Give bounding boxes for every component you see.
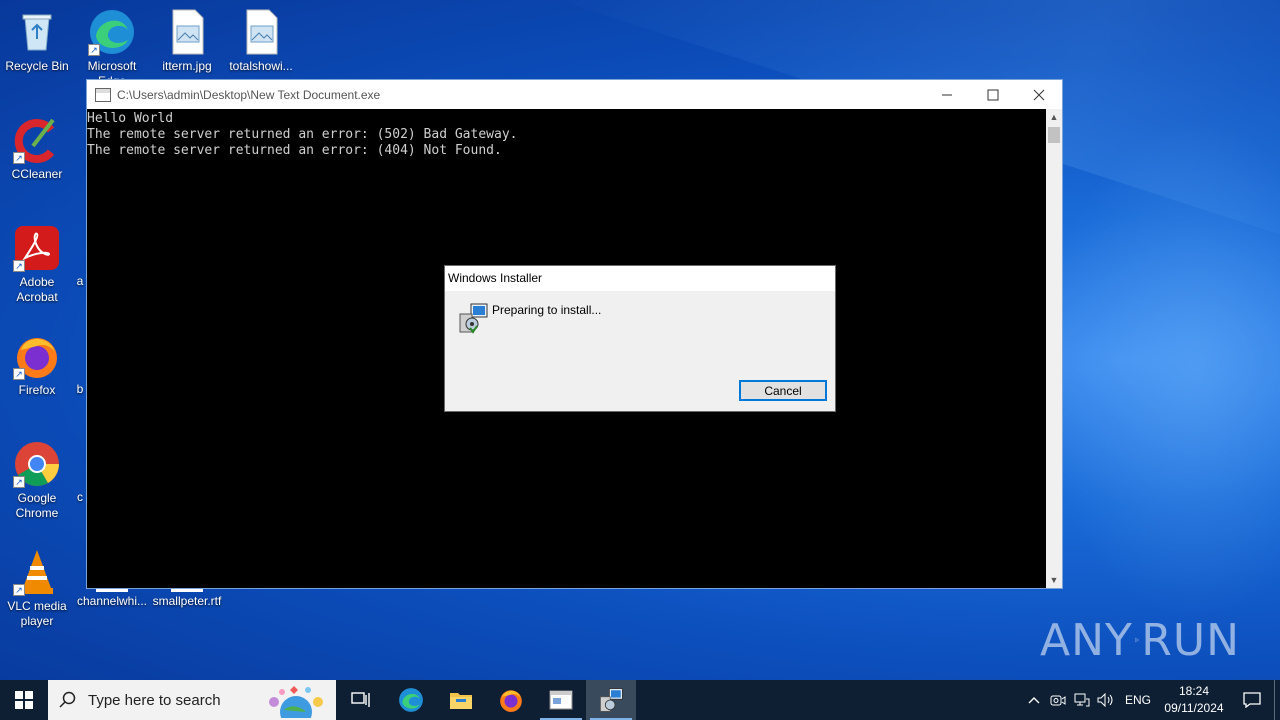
taskbar-installer[interactable]	[586, 680, 636, 720]
desktop-icon-recycle-bin[interactable]: Recycle Bin	[0, 8, 74, 74]
installer-app-icon	[600, 688, 623, 712]
desktop-icon-channelwhi[interactable]: channelwhi...	[75, 584, 149, 609]
desktop-icon-ccleaner[interactable]: ↗ CCleaner	[0, 116, 74, 182]
desktop-icon-label: VLC media player	[7, 599, 67, 628]
webcam-icon	[1050, 695, 1066, 706]
system-tray: ENG 18:24 09/11/2024	[1022, 680, 1280, 720]
installer-title: Windows Installer	[445, 266, 835, 291]
installer-message: Preparing to install...	[492, 303, 602, 317]
console-line: Hello World	[87, 111, 174, 126]
desktop-icon-label: Google Chrome	[15, 491, 59, 520]
desktop-icon-label: channelwhi...	[76, 594, 148, 608]
network-button[interactable]	[1070, 693, 1094, 707]
anyrun-watermark: ANY RUN	[1040, 610, 1240, 670]
watermark-text-right: RUN	[1141, 614, 1240, 666]
desktop-icon-label: Microsoft Edge	[87, 59, 137, 80]
meet-now-button[interactable]	[1046, 693, 1070, 707]
volume-icon	[1097, 693, 1113, 707]
console-line: The remote server returned an error: (40…	[87, 143, 502, 158]
console-app-icon	[95, 87, 111, 102]
scroll-down-icon[interactable]: ▼	[1046, 572, 1062, 588]
taskbar-firefox[interactable]	[486, 680, 536, 720]
installer-dialog[interactable]: Windows Installer Preparing to install..…	[444, 265, 836, 412]
maximize-icon	[987, 89, 999, 100]
scroll-up-icon[interactable]: ▲	[1046, 109, 1062, 125]
file-explorer-icon	[450, 693, 472, 709]
installer-icon	[457, 302, 489, 334]
desktop-icon-chrome[interactable]: ↗ Google Chrome	[0, 440, 74, 521]
desktop-icon-edge[interactable]: ↗ Microsoft Edge	[75, 8, 149, 80]
taskbar-console[interactable]	[536, 680, 586, 720]
console-titlebar[interactable]: C:\Users\admin\Desktop\New Text Document…	[87, 80, 1062, 109]
taskbar-file-explorer[interactable]	[436, 680, 486, 720]
desktop-icon-itterm[interactable]: itterm.jpg	[150, 8, 224, 74]
clock[interactable]: 18:24 09/11/2024	[1158, 683, 1230, 717]
scroll-thumb[interactable]	[1048, 127, 1060, 143]
cancel-button[interactable]: Cancel	[739, 380, 827, 401]
desktop-icon-vlc[interactable]: ↗ VLC media player	[0, 548, 74, 629]
notification-icon	[1243, 692, 1261, 708]
start-button[interactable]	[0, 680, 48, 720]
console-line: The remote server returned an error: (50…	[87, 127, 518, 142]
volume-button[interactable]	[1094, 693, 1118, 707]
taskbar-search-box[interactable]: Type here to search	[48, 680, 336, 720]
minimize-icon	[942, 94, 952, 95]
desktop-icon-label: Firefox	[18, 383, 56, 397]
console-title: C:\Users\admin\Desktop\New Text Document…	[117, 87, 381, 102]
language-indicator[interactable]: ENG	[1118, 693, 1158, 707]
desktop-icon-label: totalshowi...	[229, 59, 293, 73]
edge-icon: ↗	[88, 8, 136, 56]
console-app-icon	[549, 690, 573, 710]
close-icon	[1033, 89, 1045, 100]
desktop-icon-smallpeter[interactable]: smallpeter.rtf	[150, 584, 224, 609]
console-scrollbar[interactable]: ▲ ▼	[1046, 109, 1062, 588]
search-icon	[48, 691, 88, 709]
taskbar: Type here to search ENG 18:24 09/11/2024	[0, 680, 1280, 720]
search-highlight-art	[260, 682, 332, 720]
desktop-icon-partial[interactable]: b	[74, 382, 86, 397]
watermark-text-left: ANY	[1040, 614, 1133, 666]
desktop-icon-firefox[interactable]: ↗ Firefox	[0, 332, 74, 398]
image-file-icon	[237, 8, 285, 56]
desktop-icon-totalshowi[interactable]: totalshowi...	[224, 8, 298, 74]
desktop-icon-label: CCleaner	[11, 167, 63, 181]
task-view-button[interactable]	[336, 680, 386, 720]
taskbar-edge[interactable]	[386, 680, 436, 720]
close-button[interactable]	[1016, 80, 1062, 109]
action-center-button[interactable]	[1230, 692, 1274, 708]
network-icon	[1074, 693, 1090, 707]
show-desktop-button[interactable]	[1274, 680, 1280, 720]
chrome-icon: ↗	[13, 440, 61, 488]
desktop-icon-label: itterm.jpg	[162, 59, 212, 73]
recycle-bin-icon	[13, 8, 61, 56]
firefox-icon	[500, 690, 522, 712]
ccleaner-icon: ↗	[13, 116, 61, 164]
maximize-button[interactable]	[970, 80, 1016, 109]
desktop-icon-acrobat[interactable]: ↗ Adobe Acrobat	[0, 224, 74, 305]
acrobat-icon: ↗	[13, 224, 61, 272]
clock-time: 18:24	[1178, 684, 1210, 698]
vlc-icon: ↗	[13, 548, 61, 596]
image-file-icon	[163, 8, 211, 56]
desktop-icon-partial[interactable]: c	[74, 490, 86, 505]
search-placeholder: Type here to search	[88, 691, 221, 709]
windows-logo-icon	[15, 691, 33, 709]
task-view-icon	[351, 692, 370, 707]
desktop-icon-label: Recycle Bin	[5, 59, 69, 73]
desktop-icon-partial[interactable]: a	[74, 274, 86, 289]
desktop-icon-label: Adobe Acrobat	[16, 275, 58, 304]
play-logo-icon	[1135, 637, 1140, 643]
edge-icon	[399, 688, 423, 712]
clock-date: 09/11/2024	[1164, 701, 1224, 715]
firefox-icon: ↗	[13, 332, 61, 380]
minimize-button[interactable]	[924, 80, 970, 109]
chevron-up-icon	[1028, 697, 1040, 704]
desktop-icon-label: smallpeter.rtf	[152, 594, 222, 608]
show-hidden-icons-button[interactable]	[1022, 696, 1046, 704]
